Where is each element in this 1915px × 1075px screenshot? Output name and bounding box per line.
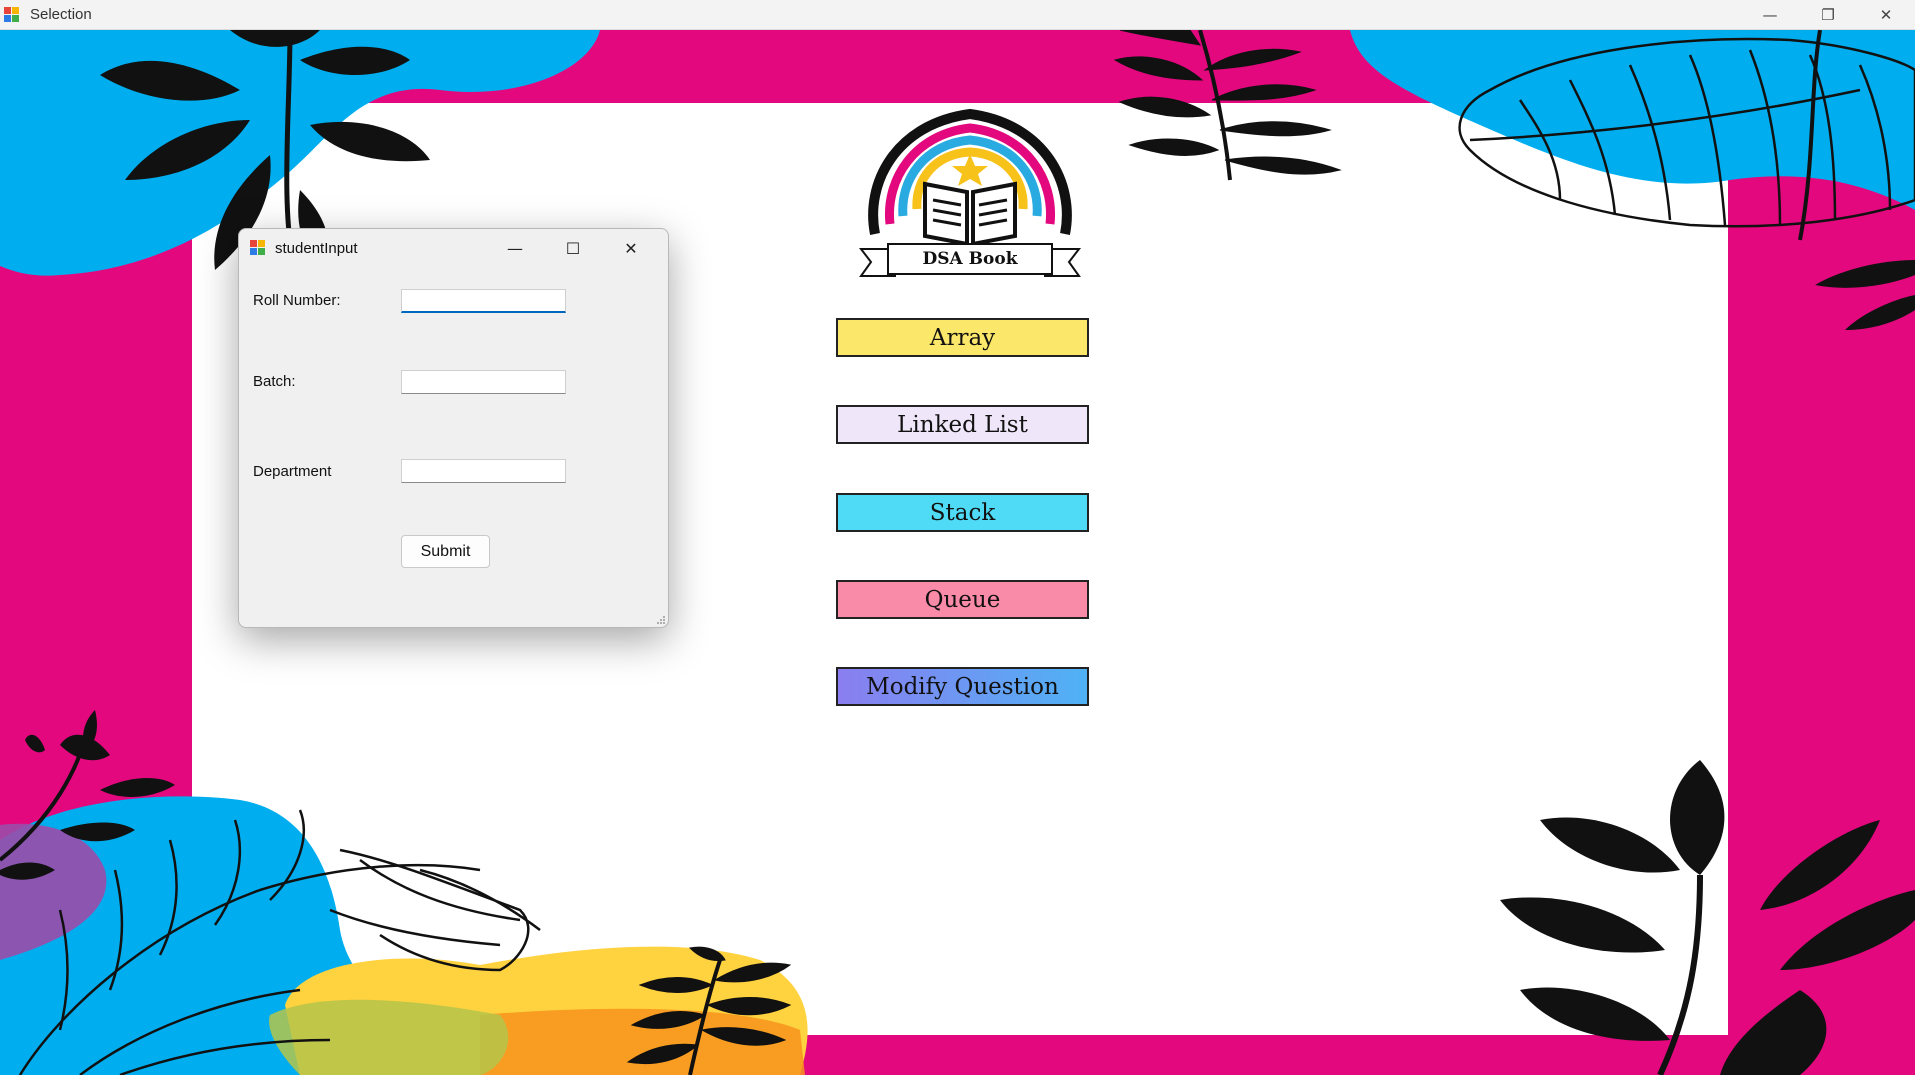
batch-input[interactable]: [401, 370, 566, 394]
app-icon: [4, 6, 20, 23]
dialog-title-bar[interactable]: studentInput — ☐ ✕: [239, 229, 668, 267]
submit-button[interactable]: Submit: [401, 535, 490, 568]
linked-list-button[interactable]: Linked List: [836, 405, 1089, 444]
batch-label: Batch:: [253, 373, 296, 390]
restore-icon[interactable]: ❐: [1799, 0, 1857, 29]
modify-question-button[interactable]: Modify Question: [836, 667, 1089, 706]
student-input-dialog: studentInput — ☐ ✕ Roll Number: Batch: D…: [238, 228, 669, 628]
close-icon[interactable]: ✕: [1857, 0, 1915, 29]
title-bar: Selection — ❐ ✕: [0, 0, 1915, 30]
stack-button[interactable]: Stack: [836, 493, 1089, 532]
roll-number-input[interactable]: [401, 289, 566, 313]
app-icon: [250, 240, 266, 256]
array-button[interactable]: Array: [836, 318, 1089, 357]
department-input[interactable]: [401, 459, 566, 483]
maximize-icon[interactable]: ☐: [544, 229, 602, 267]
minimize-icon[interactable]: —: [486, 229, 544, 267]
dsa-book-logo: DSA Book: [855, 104, 1085, 286]
queue-button[interactable]: Queue: [836, 580, 1089, 619]
window-title: Selection: [30, 6, 92, 23]
close-icon[interactable]: ✕: [602, 229, 660, 267]
department-label: Department: [253, 463, 332, 480]
minimize-icon[interactable]: —: [1741, 0, 1799, 29]
dialog-title: studentInput: [275, 239, 358, 257]
resize-grip-icon[interactable]: [656, 615, 666, 625]
roll-number-label: Roll Number:: [253, 292, 341, 309]
logo-text: DSA Book: [922, 249, 1018, 269]
